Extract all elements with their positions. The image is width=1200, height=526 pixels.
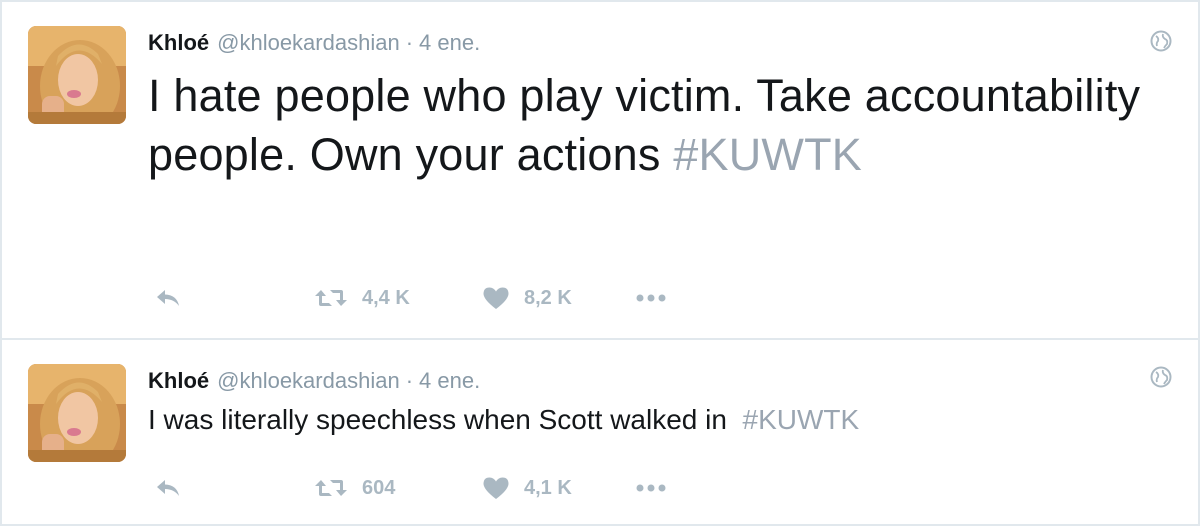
more-icon [636,483,666,493]
hashtag-link[interactable]: #KUWTK [673,129,862,180]
avatar[interactable] [28,26,126,124]
more-icon [636,293,666,303]
author-handle[interactable]: @khloekardashian [217,368,400,393]
like-count: 8,2 K [524,286,572,309]
reply-button[interactable] [154,468,182,508]
tweet-card[interactable]: Khloé @khloekardashian · 4 ene. I hate peop… [2,2,1198,340]
retweet-button[interactable]: 4,4 K [314,278,410,318]
author-name[interactable]: Khloé [148,30,209,55]
like-count: 4,1 K [524,476,572,499]
reply-icon [154,477,182,499]
separator: · [405,368,414,393]
separator: · [405,30,414,55]
like-button[interactable]: 4,1 K [482,468,572,508]
globe-icon [1150,30,1172,52]
avatar[interactable] [28,364,126,462]
tweet-body: I hate people who play victim. Take acco… [148,70,1141,180]
heart-icon [482,286,510,310]
retweet-count: 604 [362,476,396,499]
author-handle[interactable]: @khloekardashian [217,30,400,55]
tweet-card[interactable]: Khloé @khloekardashian · 4 ene. I was liter… [2,340,1198,524]
reply-button[interactable] [154,278,182,318]
retweet-button[interactable]: 604 [314,468,395,508]
tweet-timeline: Khloé @khloekardashian · 4 ene. I hate peop… [2,2,1198,524]
heart-icon [482,476,510,500]
tweet-actions: 604 4,1 K [148,468,748,508]
globe-icon [1150,366,1172,388]
tweet-text: I was literally speechless when Scott wa… [148,402,1158,438]
more-button[interactable] [636,278,666,318]
retweet-icon [314,477,348,499]
tweet-timestamp[interactable]: 4 ene. [419,30,480,55]
tweet-header: Khloé @khloekardashian · 4 ene. [148,368,480,394]
tweet-body: I was literally speechless when Scott wa… [148,404,727,435]
hashtag-link[interactable]: #KUWTK [743,404,860,435]
retweet-icon [314,287,348,309]
tweet-text: I hate people who play victim. Take acco… [148,66,1158,184]
reply-icon [154,287,182,309]
retweet-count: 4,4 K [362,286,410,309]
author-name[interactable]: Khloé [148,368,209,393]
tweet-header: Khloé @khloekardashian · 4 ene. [148,30,480,56]
tweet-actions: 4,4 K 8,2 K [148,278,748,318]
tweet-timestamp[interactable]: 4 ene. [419,368,480,393]
like-button[interactable]: 8,2 K [482,278,572,318]
more-button[interactable] [636,468,666,508]
